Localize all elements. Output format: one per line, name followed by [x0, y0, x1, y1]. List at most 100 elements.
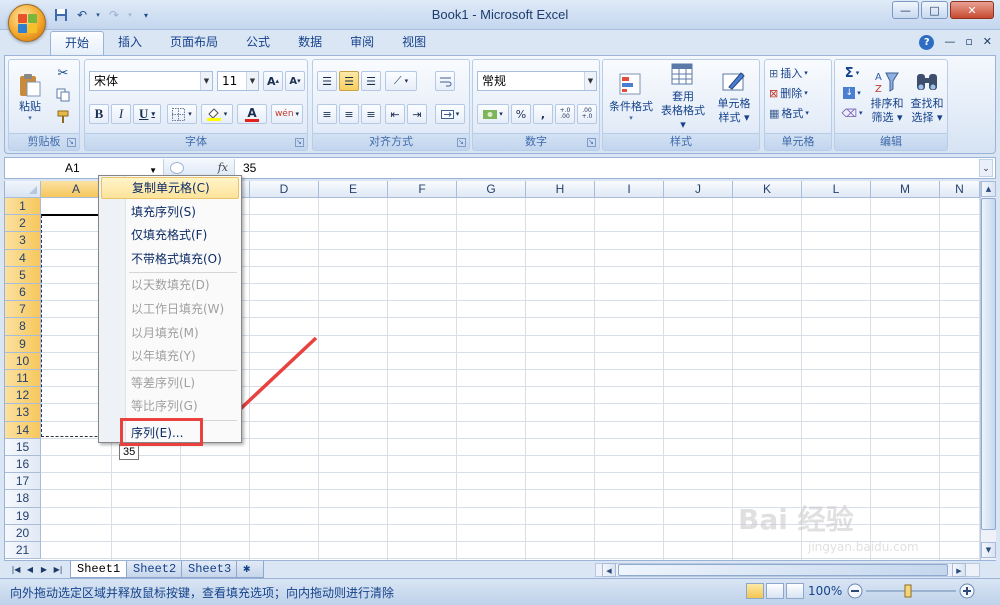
formula-input[interactable]: 35 — [243, 159, 256, 177]
row-header[interactable]: 5 — [5, 266, 41, 284]
row-header[interactable]: 3 — [5, 232, 41, 250]
page-layout-view-icon[interactable] — [766, 583, 784, 599]
select-all-button[interactable] — [5, 181, 41, 198]
shrink-font-button[interactable]: A ▾ — [285, 71, 305, 91]
menu-item[interactable]: 复制单元格(C) — [101, 177, 239, 199]
vertical-scrollbar[interactable]: ▲ ▼ — [980, 181, 996, 560]
row-header[interactable]: 14 — [5, 421, 41, 439]
row-header[interactable]: 18 — [5, 490, 41, 508]
column-header[interactable]: H — [526, 181, 595, 198]
number-format-select[interactable]: 常规 ▼ — [477, 71, 597, 91]
tab-home[interactable]: 开始 — [50, 31, 105, 55]
prev-sheet-icon[interactable]: ◀ — [24, 562, 36, 577]
clipboard-launcher-icon[interactable]: ↘ — [67, 138, 76, 147]
merge-center-button[interactable]: ▾ — [435, 104, 465, 124]
font-color-button[interactable]: A — [237, 104, 267, 124]
sheet-tab-sheet2[interactable]: Sheet2 — [126, 561, 184, 578]
cut-icon[interactable]: ✂ — [53, 64, 73, 82]
column-header[interactable]: E — [319, 181, 388, 198]
normal-view-icon[interactable] — [746, 583, 764, 599]
next-sheet-icon[interactable]: ▶ — [38, 562, 50, 577]
ribbon-restore-icon[interactable]: ▫ — [965, 35, 972, 50]
scroll-right-icon[interactable]: ▶ — [952, 563, 966, 577]
fill-button[interactable]: ↓ ▾ — [839, 84, 865, 102]
ribbon-close-icon[interactable]: ✕ — [983, 35, 992, 50]
row-header[interactable]: 2 — [5, 215, 41, 233]
align-top-button[interactable]: ☰ — [317, 71, 337, 91]
column-header[interactable]: I — [595, 181, 664, 198]
tab-formulas[interactable]: 公式 — [232, 31, 284, 55]
alignment-launcher-icon[interactable]: ↘ — [457, 138, 466, 147]
align-left-button[interactable]: ≡ — [317, 104, 337, 124]
horizontal-scrollbar[interactable]: ◀ ▶ — [595, 563, 980, 577]
menu-item[interactable]: 填充序列(S) — [101, 201, 239, 223]
row-header[interactable]: 19 — [5, 507, 41, 525]
row-header[interactable]: 10 — [5, 352, 41, 370]
copy-icon[interactable] — [53, 86, 73, 104]
sort-filter-button[interactable]: AZ 排序和 筛选 ▾ — [867, 62, 907, 132]
find-select-button[interactable]: 查找和 选择 ▾ — [907, 62, 947, 132]
insert-sheet-button[interactable]: ✱ — [236, 561, 264, 578]
sheet-tab-sheet1[interactable]: Sheet1 — [70, 561, 128, 578]
row-header[interactable]: 6 — [5, 284, 41, 302]
autosum-button[interactable]: Σ ▾ — [839, 64, 865, 82]
increase-decimal-button[interactable]: +.0 .00 — [555, 104, 575, 124]
align-bottom-button[interactable]: ☰ — [361, 71, 381, 91]
decrease-decimal-button[interactable]: .00 +.0 — [577, 104, 597, 124]
expand-formula-bar-icon[interactable]: ⌄ — [979, 159, 993, 177]
vertical-scroll-thumb[interactable] — [981, 198, 996, 530]
column-header[interactable]: G — [457, 181, 526, 198]
underline-button[interactable]: U ▾ — [133, 104, 161, 124]
wrap-text-button[interactable] — [435, 71, 455, 91]
italic-button[interactable]: I — [111, 104, 131, 124]
column-header[interactable]: M — [871, 181, 940, 198]
format-as-table-button[interactable]: 套用 表格格式 ▾ — [657, 62, 709, 132]
bold-button[interactable]: B — [89, 104, 109, 124]
row-header[interactable]: 12 — [5, 387, 41, 405]
increase-indent-button[interactable]: ⇥ — [407, 104, 427, 124]
paste-button[interactable]: 粘贴 ▾ — [13, 63, 47, 131]
comma-button[interactable]: , — [533, 104, 553, 124]
row-header[interactable]: 21 — [5, 542, 41, 560]
conditional-formatting-button[interactable]: 条件格式 ▾ — [605, 62, 657, 132]
horizontal-scroll-thumb[interactable] — [618, 564, 948, 576]
cell-styles-button[interactable]: 单元格 样式 ▾ — [709, 62, 759, 132]
clear-button[interactable]: ⌫ ▾ — [839, 104, 865, 122]
row-header[interactable]: 16 — [5, 456, 41, 474]
delete-cells-button[interactable]: ⊠ 删除 ▾ — [769, 84, 829, 102]
office-button[interactable] — [8, 4, 46, 42]
last-sheet-icon[interactable]: ▶| — [52, 562, 64, 577]
align-middle-button[interactable]: ☰ — [339, 71, 359, 91]
tab-data[interactable]: 数据 — [284, 31, 336, 55]
scroll-left-icon[interactable]: ◀ — [602, 563, 616, 577]
insert-cells-button[interactable]: ⊞ 插入 ▾ — [769, 64, 829, 82]
borders-button[interactable]: ▾ — [167, 104, 197, 124]
row-header[interactable]: 20 — [5, 524, 41, 542]
ribbon-minimize-icon[interactable]: — — [944, 35, 955, 50]
accounting-format-button[interactable]: ▾ — [477, 104, 509, 124]
formula-cancel-icon[interactable] — [170, 162, 184, 174]
row-header[interactable]: 17 — [5, 473, 41, 491]
phonetic-button[interactable]: wén ▾ — [271, 104, 303, 124]
restore-button[interactable]: □ — [921, 1, 948, 19]
menu-item[interactable]: 仅填充格式(F) — [101, 224, 239, 246]
column-header[interactable]: J — [664, 181, 733, 198]
fill-color-button[interactable]: ▾ — [201, 104, 233, 124]
column-header[interactable]: D — [250, 181, 319, 198]
decrease-indent-button[interactable]: ⇤ — [385, 104, 405, 124]
font-launcher-icon[interactable]: ↘ — [295, 138, 304, 147]
tab-review[interactable]: 审阅 — [336, 31, 388, 55]
grow-font-button[interactable]: A ▴ — [263, 71, 283, 91]
close-button[interactable]: ✕ — [950, 1, 994, 19]
format-painter-icon[interactable] — [53, 108, 73, 126]
row-header[interactable]: 1 — [5, 198, 41, 216]
menu-item[interactable]: 不带格式填充(O) — [101, 248, 239, 270]
help-icon[interactable]: ? — [919, 35, 935, 50]
font-name-select[interactable]: 宋体 ▼ — [89, 71, 213, 91]
zoom-level[interactable]: 100% — [808, 584, 842, 598]
insert-function-icon[interactable]: fx — [218, 161, 228, 174]
page-break-view-icon[interactable] — [786, 583, 804, 599]
align-center-button[interactable]: ≡ — [339, 104, 359, 124]
row-header[interactable]: 4 — [5, 249, 41, 267]
first-sheet-icon[interactable]: |◀ — [10, 562, 22, 577]
